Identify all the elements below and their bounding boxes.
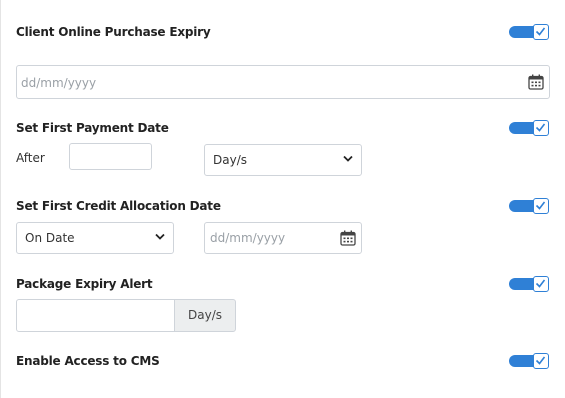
client-online-purchase-expiry-toggle[interactable] [509,24,549,40]
chevron-down-icon [343,155,353,162]
first-credit-allocation-date-toggle[interactable] [509,198,549,214]
calendar-icon[interactable] [340,230,356,246]
days-addon: Day/s [174,299,236,332]
select-value: On Date [25,231,75,245]
enable-access-to-cms-toggle[interactable] [509,353,549,369]
check-icon [535,356,546,365]
check-icon [535,123,546,132]
first-payment-date-toggle[interactable] [509,120,549,136]
toggle-knob [533,353,549,369]
first-payment-date-label: Set First Payment Date [16,121,169,135]
toggle-knob [533,276,549,292]
select-value: Day/s [213,153,247,167]
package-expiry-alert-input[interactable] [16,299,175,332]
check-icon [535,27,546,36]
package-expiry-alert-label: Package Expiry Alert [16,277,153,291]
check-icon [535,201,546,210]
first-payment-unit-select[interactable]: Day/s [204,144,362,176]
date-placeholder: dd/mm/yyyy [210,231,286,245]
package-expiry-alert-toggle[interactable] [509,276,549,292]
toggle-knob [533,198,549,214]
client-online-purchase-expiry-label: Client Online Purchase Expiry [16,25,211,39]
first-payment-after-input[interactable] [69,143,152,170]
date-placeholder: dd/mm/yyyy [21,76,97,90]
credit-allocation-mode-select[interactable]: On Date [16,222,174,254]
toggle-knob [533,120,549,136]
after-label: After [16,151,45,165]
first-credit-allocation-date-label: Set First Credit Allocation Date [16,199,221,213]
toggle-knob [533,24,549,40]
enable-access-to-cms-label: Enable Access to CMS [16,354,160,368]
calendar-icon[interactable] [528,74,544,90]
left-border [0,0,1,398]
check-icon [535,279,546,288]
chevron-down-icon [155,233,165,240]
